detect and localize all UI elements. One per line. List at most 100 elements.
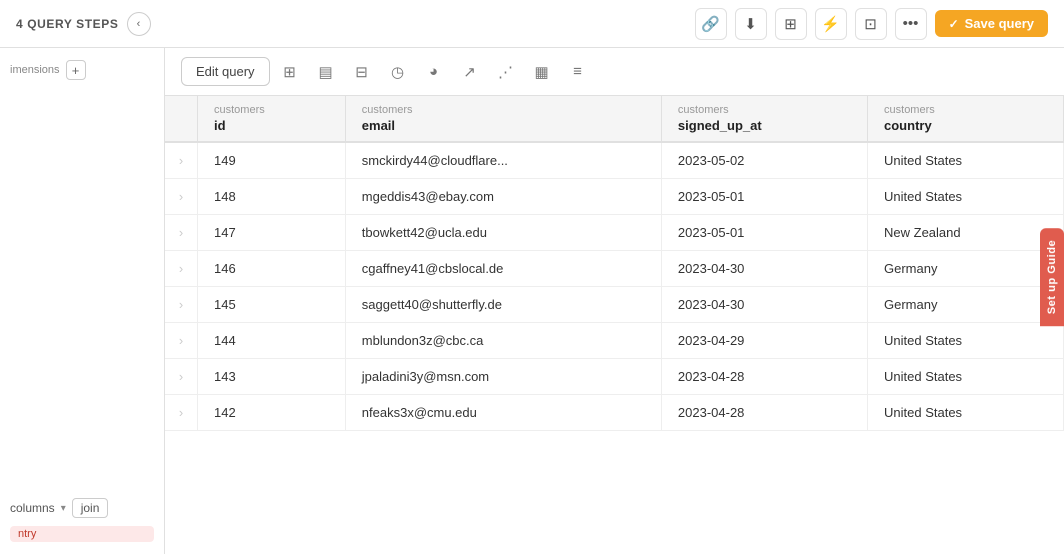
cell-email: saggett40@shutterfly.de — [345, 287, 661, 323]
dimensions-section: imensions + — [10, 60, 154, 80]
col-header-id: customers id — [198, 96, 346, 142]
download-icon-button[interactable]: ⬇ — [735, 8, 767, 40]
top-bar: 4 QUERY STEPS ‹ 🔗 ⬇ ⊞ ⚡ ⊡ ••• Save query — [0, 0, 1064, 48]
cell-id: 145 — [198, 287, 346, 323]
cell-country: Germany — [868, 251, 1064, 287]
more-options-button[interactable]: ••• — [895, 8, 927, 40]
columns-label: columns — [10, 501, 55, 515]
expand-cell[interactable]: › — [165, 395, 198, 431]
tab-table-icon[interactable]: ⊞ — [274, 56, 306, 88]
dimensions-label: imensions — [10, 64, 60, 76]
tab-sidebar-icon[interactable]: ▤ — [310, 56, 342, 88]
expand-cell[interactable]: › — [165, 215, 198, 251]
right-panel: Edit query ⊞ ▤ ⊟ ◷ ◕ ↗ ⋰ ▦ ≡ customers i… — [165, 48, 1064, 554]
col-signed-up-name: signed_up_at — [678, 118, 762, 133]
table-row: › 142 nfeaks3x@cmu.edu 2023-04-28 United… — [165, 395, 1064, 431]
results-table: customers id customers email customers s… — [165, 96, 1064, 431]
cell-id: 144 — [198, 323, 346, 359]
cell-country: United States — [868, 395, 1064, 431]
query-steps-section: 4 QUERY STEPS ‹ — [16, 12, 151, 36]
tab-edit-query[interactable]: Edit query — [181, 57, 270, 86]
tab-pie-icon[interactable]: ◕ — [418, 56, 450, 88]
grid-view-button[interactable]: ⊡ — [855, 8, 887, 40]
col-email-source: customers — [362, 104, 645, 116]
tab-scatter-icon[interactable]: ⋰ — [490, 56, 522, 88]
cell-email: cgaffney41@cbslocal.de — [345, 251, 661, 287]
cell-id: 148 — [198, 179, 346, 215]
cell-email: nfeaks3x@cmu.edu — [345, 395, 661, 431]
expand-cell[interactable]: › — [165, 287, 198, 323]
table-row: › 147 tbowkett42@ucla.edu 2023-05-01 New… — [165, 215, 1064, 251]
cell-country: United States — [868, 142, 1064, 179]
cell-id: 147 — [198, 215, 346, 251]
tab-line-icon[interactable]: ↗ — [454, 56, 486, 88]
cell-signed-up-at: 2023-05-01 — [661, 179, 867, 215]
cell-country: United States — [868, 179, 1064, 215]
cell-signed-up-at: 2023-04-30 — [661, 287, 867, 323]
table-row: › 145 saggett40@shutterfly.de 2023-04-30… — [165, 287, 1064, 323]
setup-guide-tab[interactable]: Set up Guide — [1040, 228, 1064, 326]
cell-country: New Zealand — [868, 215, 1064, 251]
table-row: › 148 mgeddis43@ebay.com 2023-05-01 Unit… — [165, 179, 1064, 215]
cell-email: tbowkett42@ucla.edu — [345, 215, 661, 251]
main-content: imensions + columns ▾ join ntry Edit que… — [0, 48, 1064, 554]
col-country-name: country — [884, 118, 932, 133]
top-right-toolbar: 🔗 ⬇ ⊞ ⚡ ⊡ ••• Save query — [695, 8, 1048, 40]
cell-signed-up-at: 2023-04-30 — [661, 251, 867, 287]
tab-clock-icon[interactable]: ◷ — [382, 56, 414, 88]
tab-doc-icon[interactable]: ⊟ — [346, 56, 378, 88]
tab-edit-query-label: Edit query — [196, 64, 255, 79]
cell-country: Germany — [868, 287, 1064, 323]
col-id-source: customers — [214, 104, 329, 116]
col-header-country: customers country — [868, 96, 1064, 142]
cell-email: jpaladini3y@msn.com — [345, 359, 661, 395]
link-icon-button[interactable]: 🔗 — [695, 8, 727, 40]
expand-cell[interactable]: › — [165, 323, 198, 359]
columns-dropdown-arrow: ▾ — [61, 503, 66, 514]
left-sidebar: imensions + columns ▾ join ntry — [0, 48, 165, 554]
col-email-name: email — [362, 118, 395, 133]
cell-country: United States — [868, 359, 1064, 395]
add-dimension-button[interactable]: + — [66, 60, 86, 80]
col-header-signed-up-at: customers signed_up_at — [661, 96, 867, 142]
tab-bar: Edit query ⊞ ▤ ⊟ ◷ ◕ ↗ ⋰ ▦ ≡ — [165, 48, 1064, 96]
col-country-source: customers — [884, 104, 1047, 116]
cell-signed-up-at: 2023-04-29 — [661, 323, 867, 359]
table-row: › 146 cgaffney41@cbslocal.de 2023-04-30 … — [165, 251, 1064, 287]
collapse-button[interactable]: ‹ — [127, 12, 151, 36]
col-signed-up-source: customers — [678, 104, 851, 116]
table-view-button[interactable]: ⊞ — [775, 8, 807, 40]
cell-id: 142 — [198, 395, 346, 431]
table-row: › 143 jpaladini3y@msn.com 2023-04-28 Uni… — [165, 359, 1064, 395]
save-query-button[interactable]: Save query — [935, 10, 1048, 37]
cell-signed-up-at: 2023-05-01 — [661, 215, 867, 251]
cell-signed-up-at: 2023-04-28 — [661, 395, 867, 431]
save-query-label: Save query — [965, 16, 1034, 31]
cell-email: mgeddis43@ebay.com — [345, 179, 661, 215]
cell-signed-up-at: 2023-05-02 — [661, 142, 867, 179]
tab-filter-icon[interactable]: ≡ — [562, 56, 594, 88]
query-steps-label: 4 QUERY STEPS — [16, 17, 119, 31]
data-table-container: customers id customers email customers s… — [165, 96, 1064, 554]
cell-id: 146 — [198, 251, 346, 287]
join-button[interactable]: join — [72, 498, 109, 518]
col-id-name: id — [214, 118, 226, 133]
cell-email: smckirdy44@cloudflare... — [345, 142, 661, 179]
expand-cell[interactable]: › — [165, 251, 198, 287]
chart-view-button[interactable]: ⚡ — [815, 8, 847, 40]
col-header-email: customers email — [345, 96, 661, 142]
expand-cell[interactable]: › — [165, 359, 198, 395]
expand-cell[interactable]: › — [165, 179, 198, 215]
country-badge: ntry — [10, 526, 154, 542]
tab-bar-icon[interactable]: ▦ — [526, 56, 558, 88]
table-row: › 149 smckirdy44@cloudflare... 2023-05-0… — [165, 142, 1064, 179]
cell-email: mblundon3z@cbc.ca — [345, 323, 661, 359]
cell-signed-up-at: 2023-04-28 — [661, 359, 867, 395]
cell-id: 149 — [198, 142, 346, 179]
table-row: › 144 mblundon3z@cbc.ca 2023-04-29 Unite… — [165, 323, 1064, 359]
cell-id: 143 — [198, 359, 346, 395]
expand-cell[interactable]: › — [165, 142, 198, 179]
expand-col-header — [165, 96, 198, 142]
sidebar-bottom: columns ▾ join — [10, 498, 154, 518]
cell-country: United States — [868, 323, 1064, 359]
